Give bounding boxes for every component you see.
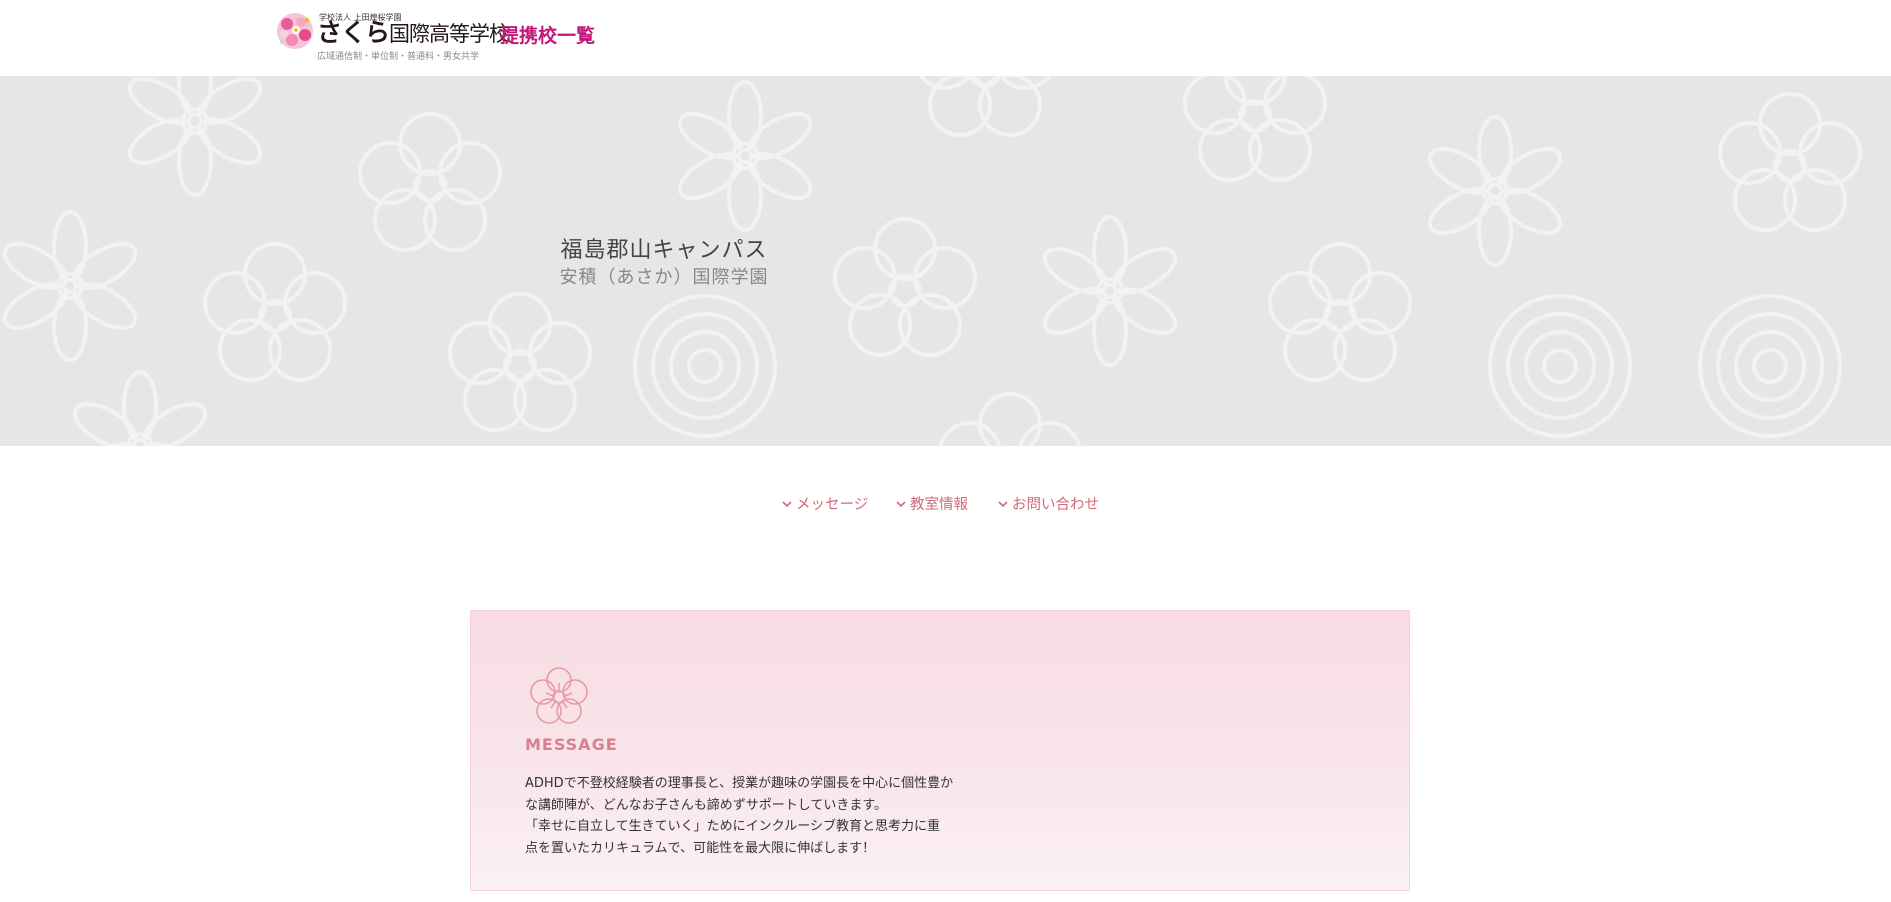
message-line: ADHDで不登校経験者の理事長と、授業が趣味の学園長を中心に個性豊か (525, 776, 954, 791)
message-heading: MESSAGE (525, 735, 618, 754)
logo-sakura-text: さくら (317, 18, 390, 47)
nav-message-link[interactable]: メッセージ (781, 493, 868, 514)
chevron-down-icon (998, 501, 1008, 508)
partner-schools-link[interactable]: 提携校一覧 (500, 21, 595, 48)
nav-classroom-link[interactable]: 教室情報 (895, 493, 968, 514)
message-line: 「幸せに自立して生きていく」ためにインクルーシブ教育と思考力に重 (525, 819, 940, 834)
logo-school-name: さくら国際高等学校 (317, 18, 510, 47)
logo-flower-icon (277, 13, 313, 49)
campus-subtitle: 安積（あさか）国際学園 (559, 267, 769, 288)
campus-title: 福島郡山キャンパス (560, 238, 768, 263)
nav-contact-link[interactable]: お問い合わせ (997, 493, 1099, 514)
site-header: 学校法人 上田煌桜学園 さくら国際高等学校 広域通信制・単位制・普通科・男女共学… (0, 0, 1891, 76)
message-section: MESSAGE ADHDで不登校経験者の理事長と、授業が趣味の学園長を中心に個性… (470, 610, 1410, 891)
chevron-down-icon (782, 501, 792, 508)
nav-classroom-label: 教室情報 (910, 497, 968, 513)
nav-contact-label: お問い合わせ (1012, 497, 1099, 513)
school-logo[interactable]: 学校法人 上田煌桜学園 さくら国際高等学校 広域通信制・単位制・普通科・男女共学… (274, 9, 604, 62)
page-anchor-nav: メッセージ 教室情報 お問い合わせ (0, 493, 1891, 515)
sakura-flower-icon (530, 667, 588, 724)
logo-school-text: 国際高等学校 (389, 22, 510, 46)
nav-message-label: メッセージ (796, 497, 869, 513)
logo-tagline: 広域通信制・単位制・普通科・男女共学 (317, 52, 480, 62)
message-line: 点を置いたカリキュラムで、可能性を最大限に伸ばします！ (525, 840, 876, 856)
hero-banner: 福島郡山キャンパス 安積（あさか）国際学園 (0, 76, 1891, 446)
message-body: ADHDで不登校経験者の理事長と、授業が趣味の学園長を中心に個性豊か な講師陣が… (525, 773, 995, 859)
message-line: な講師陣が、どんなお子さんも諦めずサポートしていきます。 (525, 797, 888, 813)
chevron-down-icon (896, 501, 906, 508)
